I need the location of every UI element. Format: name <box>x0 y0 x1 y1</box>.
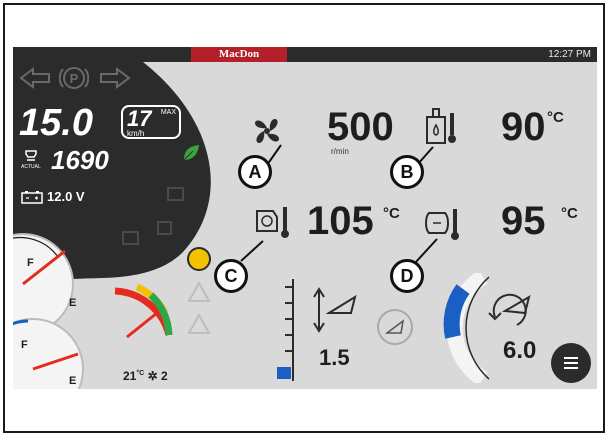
callout-a: A <box>238 155 272 189</box>
callout-leaders <box>240 144 438 264</box>
callout-c: C <box>214 259 248 293</box>
figure-frame: MacDon 12:27 PM P 15.0 17 MAX km/h ACTUA… <box>3 3 605 433</box>
callout-d: D <box>390 259 424 293</box>
callout-b: B <box>390 155 424 189</box>
